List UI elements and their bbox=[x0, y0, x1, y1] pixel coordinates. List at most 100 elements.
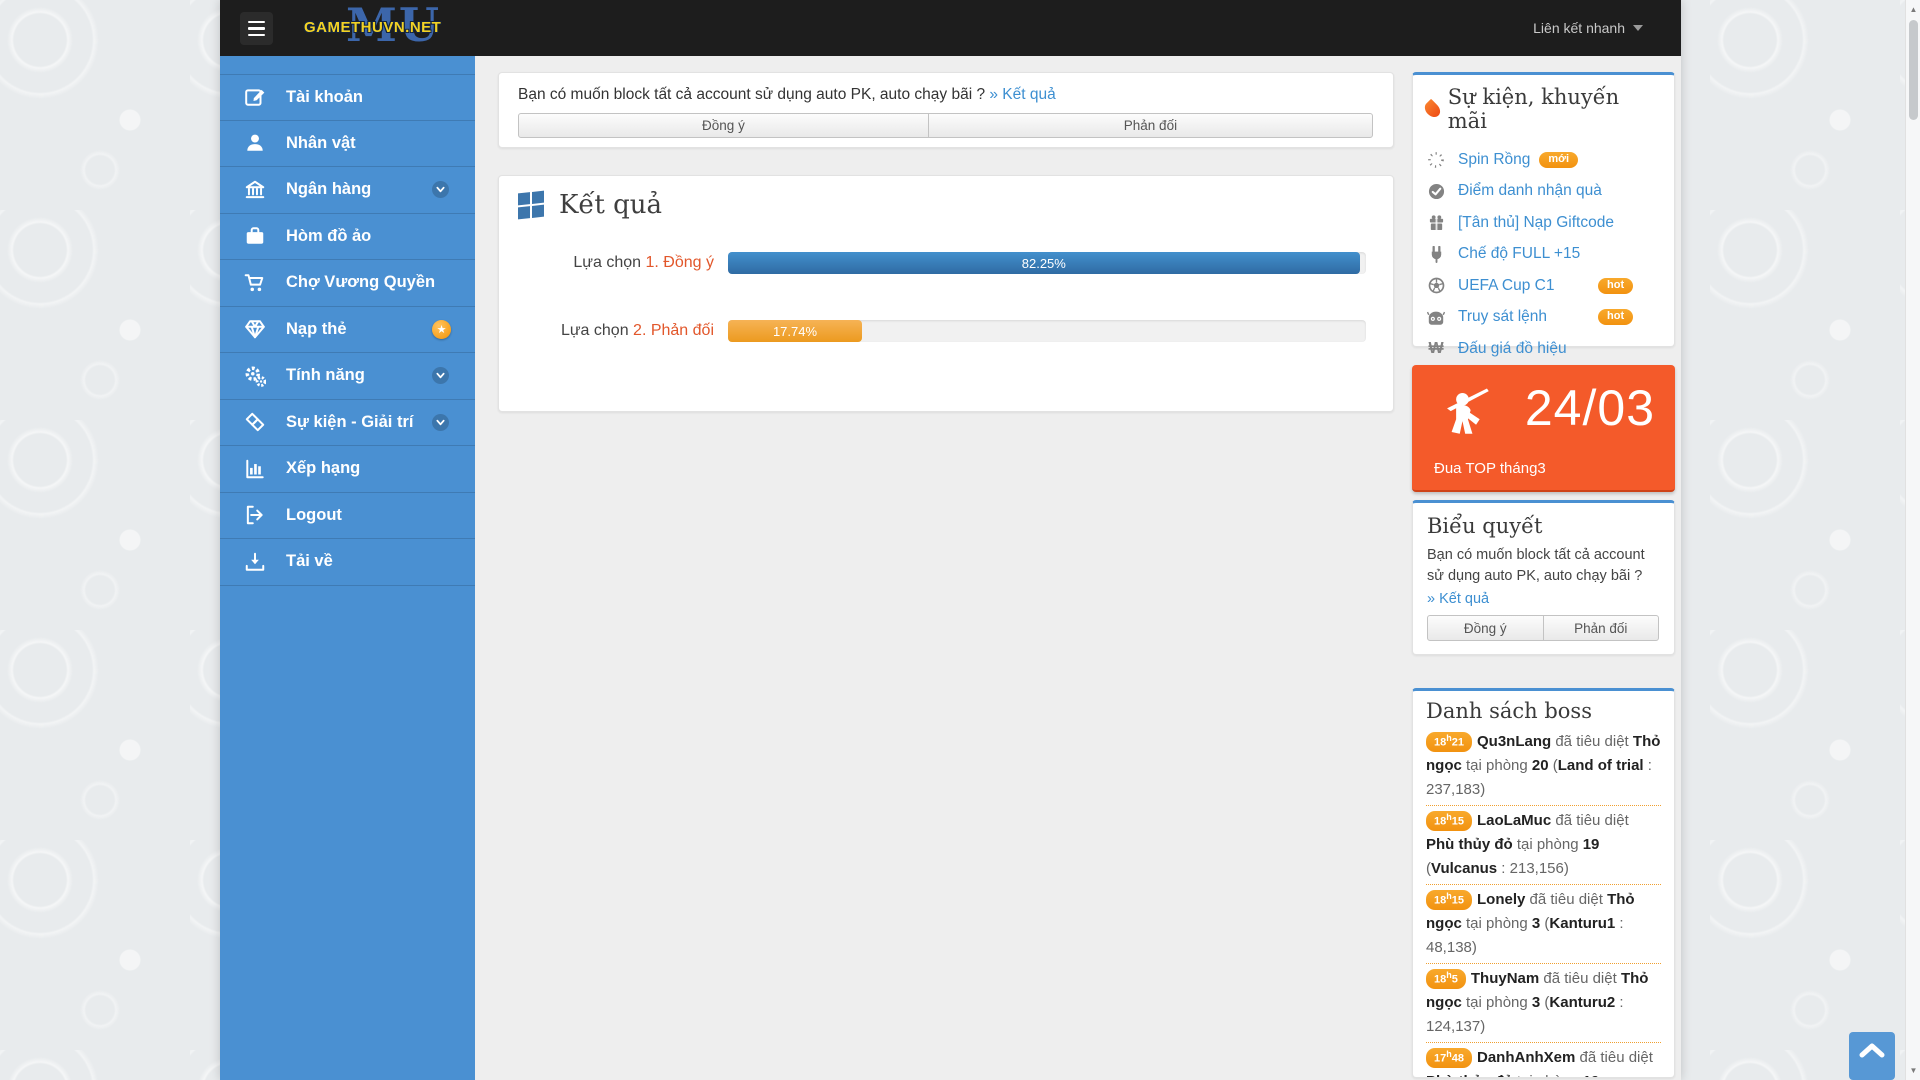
sidebar-item-label: Chợ Vương Quyền bbox=[286, 273, 435, 292]
boss-title: Danh sách boss bbox=[1426, 699, 1661, 723]
boss-time-badge: 17h48 bbox=[1426, 1048, 1472, 1068]
poll-buttons: Đồng ý Phản đối bbox=[518, 113, 1374, 138]
event-link[interactable]: UEFA Cup C1 bbox=[1458, 277, 1555, 295]
user-icon bbox=[243, 131, 267, 155]
poll-result-link[interactable]: » Kết quả bbox=[989, 86, 1055, 103]
event-link[interactable]: Spin Rồng bbox=[1458, 151, 1530, 169]
warrior-icon bbox=[1438, 383, 1496, 441]
sidebar-item-download[interactable]: Tải về bbox=[220, 539, 475, 586]
events-title-row: Sự kiện, khuyến mãi bbox=[1426, 85, 1661, 133]
banner-date: 24/03 bbox=[1525, 379, 1655, 437]
progress-fill-disagree: 17.74% bbox=[728, 320, 862, 342]
disagree-button[interactable]: Phản đối bbox=[928, 113, 1373, 138]
boss-entry: 17h48DanhAnhXem đã tiêu diệt Phù thủy đỏ… bbox=[1426, 1043, 1661, 1078]
vote-buttons: Đồng ý Phản đối bbox=[1427, 615, 1660, 641]
scrollbar-up-icon[interactable]: ▲ bbox=[1906, 5, 1920, 14]
sidebar-item-bank[interactable]: Ngân hàng bbox=[220, 167, 475, 214]
check-circle-icon bbox=[1426, 183, 1446, 200]
chevron-down-icon[interactable] bbox=[432, 181, 449, 198]
boss-list-card: Danh sách boss 18h21Qu3nLang đã tiêu diệ… bbox=[1412, 688, 1675, 1078]
event-link[interactable]: [Tân thủ] Nạp Giftcode bbox=[1458, 214, 1614, 232]
sidebar-item-label: Nạp thẻ bbox=[286, 320, 347, 339]
diamonds-icon bbox=[243, 410, 267, 434]
hamburger-menu-icon[interactable] bbox=[240, 12, 273, 45]
page-background: MU GAMETHUVN.NET Liên kết nhanh Tài khoả… bbox=[0, 0, 1920, 1080]
boss-entry: 18h5ThuyNam đã tiêu diệt Thỏ ngọc tại ph… bbox=[1426, 964, 1661, 1043]
sidebar-item-label: Tính năng bbox=[286, 366, 365, 385]
event-badge: hot bbox=[1598, 278, 1633, 294]
boss-entry: 18h15LaoLaMuc đã tiêu diệt Phù thủy đỏ t… bbox=[1426, 806, 1661, 885]
event-badge: mới bbox=[1539, 152, 1578, 168]
scroll-to-top-button[interactable] bbox=[1849, 1032, 1895, 1080]
sidebar-item-user[interactable]: Nhân vật bbox=[220, 121, 475, 168]
chevron-down-icon bbox=[1633, 25, 1643, 31]
result-label: Lựa chọn 1. Đồng ý bbox=[518, 254, 714, 272]
chevron-down-icon[interactable] bbox=[432, 367, 449, 384]
vote-result-link[interactable]: » Kết quả bbox=[1427, 591, 1660, 607]
boss-time-badge: 18h15 bbox=[1426, 811, 1472, 831]
sidebar-item-edit[interactable]: Tài khoản bbox=[220, 74, 475, 121]
poll-question-card: Bạn có muốn block tất cả account sử dụng… bbox=[498, 72, 1394, 148]
edit-icon bbox=[243, 85, 267, 109]
sidebar-item-label: Logout bbox=[286, 506, 342, 525]
vote-card: Biểu quyết Bạn có muốn block tất cả acco… bbox=[1412, 500, 1675, 655]
site-logo[interactable]: MU GAMETHUVN.NET bbox=[298, 0, 488, 56]
sidebar-item-label: Xếp hạng bbox=[286, 459, 360, 478]
download-icon bbox=[243, 550, 267, 574]
gift-icon bbox=[1426, 214, 1446, 231]
event-item[interactable]: Truy sát lệnhhot bbox=[1426, 302, 1661, 334]
result-row-disagree: Lựa chọn 2. Phản đối 17.74% bbox=[518, 320, 1366, 342]
scrollbar-down-icon[interactable]: ▼ bbox=[1906, 1066, 1920, 1075]
event-item[interactable]: UEFA Cup C1 hot bbox=[1426, 270, 1661, 302]
sidebar-item-label: Hòm đồ ảo bbox=[286, 227, 371, 246]
event-item[interactable]: [Tân thủ] Nạp Giftcode bbox=[1426, 207, 1661, 239]
results-card: Kết quả Lựa chọn 1. Đồng ý 82.25% Lựa ch… bbox=[498, 175, 1394, 412]
sidebar-item-briefcase[interactable]: Hòm đồ ảo bbox=[220, 214, 475, 261]
chevron-down-icon[interactable] bbox=[432, 414, 449, 431]
top-header: MU GAMETHUVN.NET Liên kết nhanh bbox=[220, 0, 1681, 56]
results-title-row: Kết quả bbox=[518, 190, 662, 220]
progress-fill-agree: 82.25% bbox=[728, 252, 1360, 274]
sidebar-item-diamonds[interactable]: Sự kiện - Giải trí bbox=[220, 400, 475, 447]
event-item[interactable]: Spin Rồng mới bbox=[1426, 144, 1661, 176]
event-link[interactable]: Chế độ FULL +15 bbox=[1458, 245, 1580, 263]
progress-value: 17.74% bbox=[773, 324, 817, 339]
boss-time-badge: 18h15 bbox=[1426, 890, 1472, 910]
boss-entry: 18h21Qu3nLang đã tiêu diệt Thỏ ngọc tại … bbox=[1426, 727, 1661, 806]
events-title: Sự kiện, khuyến mãi bbox=[1448, 85, 1661, 133]
logo-text: GAMETHUVN.NET bbox=[304, 19, 441, 36]
main-content: Bạn có muốn block tất cả account sử dụng… bbox=[475, 56, 1681, 1080]
event-item[interactable]: Điểm danh nhận quà bbox=[1426, 176, 1661, 208]
event-link[interactable]: Truy sát lệnh bbox=[1458, 308, 1547, 326]
sidebar-item-gem[interactable]: Nạp thẻ★ bbox=[220, 307, 475, 354]
event-item[interactable]: Chế độ FULL +15 bbox=[1426, 239, 1661, 271]
cart-icon bbox=[243, 271, 267, 295]
event-link[interactable]: Điểm danh nhận quà bbox=[1458, 182, 1602, 200]
sidebar-item-chart[interactable]: Xếp hạng bbox=[220, 446, 475, 493]
agree-button[interactable]: Đồng ý bbox=[518, 113, 929, 138]
chart-icon bbox=[243, 457, 267, 481]
spinner-icon bbox=[1426, 151, 1446, 169]
banner-caption: Đua TOP tháng3 bbox=[1434, 460, 1546, 477]
top-race-banner[interactable]: 24/03 Đua TOP tháng3 bbox=[1412, 365, 1675, 492]
sidebar-item-gears[interactable]: Tính năng bbox=[220, 353, 475, 400]
won-sign-icon: ₩ bbox=[1426, 341, 1446, 357]
sidebar-item-logout[interactable]: Logout bbox=[220, 493, 475, 540]
soccer-ball-icon bbox=[1426, 277, 1446, 294]
sidebar-item-label: Tài khoản bbox=[286, 88, 363, 107]
sidebar-item-cart[interactable]: Chợ Vương Quyền bbox=[220, 260, 475, 307]
quick-links-dropdown[interactable]: Liên kết nhanh bbox=[1533, 0, 1643, 56]
vote-disagree-button[interactable]: Phản đối bbox=[1543, 615, 1660, 641]
sidebar-item-label: Tải về bbox=[286, 552, 333, 571]
scrollbar-thumb[interactable] bbox=[1909, 20, 1918, 120]
flame-icon bbox=[1422, 98, 1443, 119]
chevron-up-icon bbox=[1859, 1042, 1885, 1058]
vote-agree-button[interactable]: Đồng ý bbox=[1427, 615, 1544, 641]
scrollbar[interactable]: ▲ ▼ bbox=[1905, 0, 1920, 1080]
gem-icon bbox=[243, 317, 267, 341]
gears-icon bbox=[243, 364, 267, 388]
quick-links-label: Liên kết nhanh bbox=[1533, 20, 1625, 36]
event-link[interactable]: Đấu giá đồ hiệu bbox=[1458, 340, 1567, 358]
event-item[interactable]: ₩ Đấu giá đồ hiệu bbox=[1426, 333, 1661, 365]
windows-icon bbox=[518, 190, 545, 220]
